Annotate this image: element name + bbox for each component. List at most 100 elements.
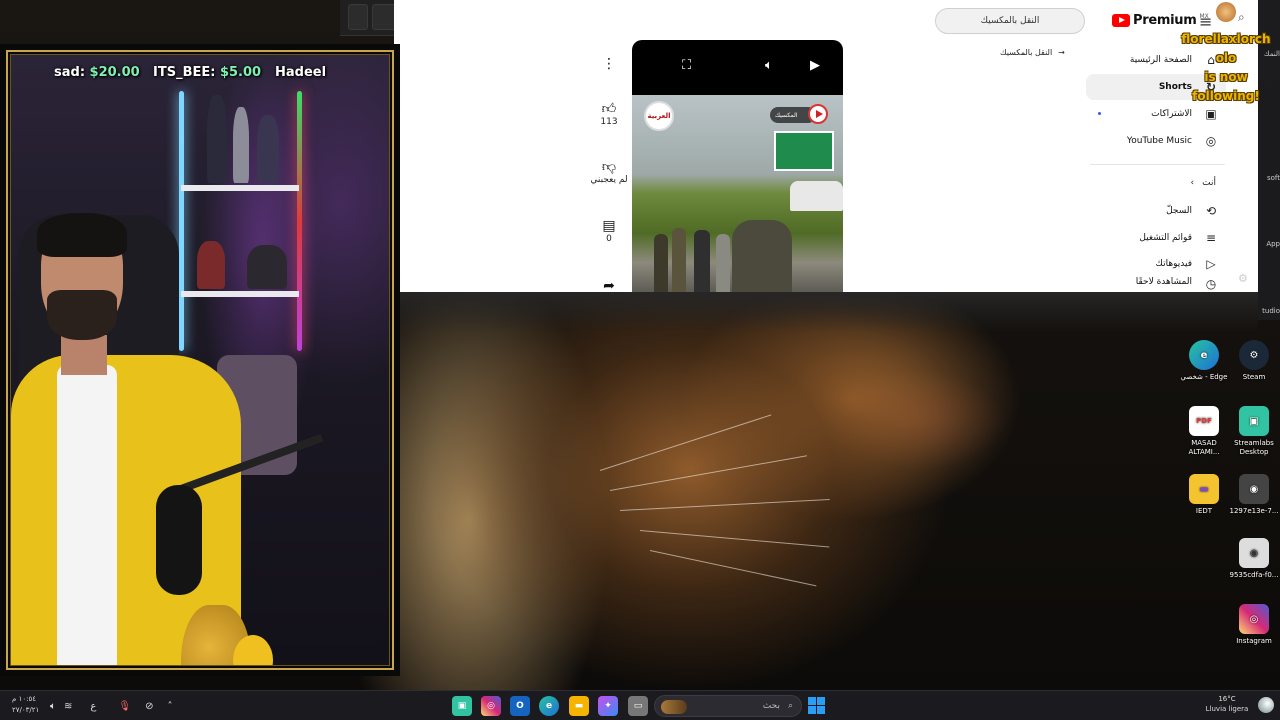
desktop-icon-label: App <box>1266 240 1280 248</box>
back-link[interactable]: النقل بالمكسيك → <box>1000 48 1065 57</box>
rain-cloud-icon <box>1258 697 1274 713</box>
window-shadow <box>394 292 1258 332</box>
taskbar-file-explorer-icon[interactable]: ▬ <box>569 696 589 716</box>
edge-icon: e <box>1189 340 1219 370</box>
desktop-icon-label: النمك <box>1263 50 1280 58</box>
search-icon: ⌕ <box>787 701 793 711</box>
weather-widget[interactable]: 16°C Lluvia ligera <box>1200 694 1254 714</box>
desktop-icon-instagram[interactable]: ◎ Instagram <box>1228 604 1280 646</box>
desktop-icon-pdf[interactable]: PDF MASAD ALTAMI... <box>1178 406 1230 457</box>
back-link-label: النقل بالمكسيك <box>1000 48 1053 57</box>
sidebar-divider <box>1090 164 1225 165</box>
youtube-play-icon <box>1112 14 1130 27</box>
like-button[interactable]: 👍︎ 113 <box>588 100 630 127</box>
channel-logo[interactable]: العربية <box>644 101 674 131</box>
taskbar-outlook-icon[interactable]: O <box>510 696 530 716</box>
address-bar[interactable]: النقل بالمكسيك <box>935 8 1085 34</box>
shorts-video-player[interactable]: ⛶ 🔈︎ ▶ العربية المكسيك <box>632 40 843 292</box>
taskbar-streamlabs-icon[interactable]: ▣ <box>452 696 472 716</box>
thumbs-up-icon: 👍︎ <box>601 101 617 117</box>
steam-icon: ⚙ <box>1239 340 1269 370</box>
sidebar-item-your-videos[interactable]: فيديوهاتك ▷ <box>1086 251 1226 277</box>
desktop-icon-image-file-2[interactable]: ◉ 9535cdfa-f0... <box>1228 538 1280 580</box>
desktop-icon-iedt[interactable]: ▬ IEDT <box>1178 474 1230 516</box>
start-button[interactable] <box>808 697 825 714</box>
sidebar-item-watch-later[interactable]: المشاهدة لاحقًا ◷ <box>1086 277 1226 292</box>
taskbar: ١٠:٥٤ م ٢٧/٠٣/٢١ 🔈︎ ≋ ع 🎙︎ ⊘ ˄ ▣ ◎ O e ▬… <box>0 690 1280 720</box>
donation-amount: $5.00 <box>219 65 262 80</box>
tag-play-icon[interactable] <box>808 104 828 124</box>
new-content-dot <box>1098 112 1101 115</box>
desktop-icon-label: tudio <box>1262 307 1280 315</box>
follow-alert: florellaxlorch olo is now following! <box>1174 30 1278 106</box>
pdf-icon: PDF <box>1189 406 1219 436</box>
streamlabs-icon: ▣ <box>1239 406 1269 436</box>
dislike-button[interactable]: 👎︎ لم يعجبني <box>588 158 630 185</box>
comment-icon: ▤ <box>602 218 616 234</box>
desktop-screen: النقل بالمكسيك ≡ Premium MX ⌕ النقل بالم… <box>0 0 1280 720</box>
youtube-logo[interactable]: Premium MX <box>1112 13 1209 28</box>
donation-entry: ITS_BEE: $5.00 <box>153 65 261 80</box>
comments-button[interactable]: ▤ 0 <box>588 218 630 244</box>
sidebar-item-history[interactable]: السجلّ ⟲ <box>1086 198 1226 224</box>
watch-later-icon: ◷ <box>1205 277 1217 291</box>
like-count: 113 <box>600 117 618 127</box>
sidebar-item-label: الاشتراكات <box>1151 109 1192 119</box>
taskbar-instagram-icon[interactable]: ◎ <box>481 696 501 716</box>
taskbar-clock[interactable]: ١٠:٥٤ م ٢٧/٠٣/٢١ <box>12 694 39 716</box>
history-icon: ⟲ <box>1205 204 1217 218</box>
section-label: أنت <box>1202 178 1216 188</box>
your-videos-icon: ▷ <box>1206 257 1216 271</box>
thumbs-down-icon: 👎︎ <box>601 159 617 175</box>
dislike-label: لم يعجبني <box>590 175 628 185</box>
taskbar-search-box[interactable]: بحث ⌕ <box>654 695 802 717</box>
share-button[interactable]: ➦ <box>588 278 630 294</box>
volume-icon[interactable]: 🔈︎ <box>50 701 56 712</box>
donation-amount: $20.00 <box>89 65 140 80</box>
desktop-icon-edge[interactable]: e شخصي - Edge <box>1178 340 1230 382</box>
language-indicator[interactable]: ع <box>90 701 96 712</box>
search-placeholder: بحث <box>762 701 780 711</box>
sidebar-item-youtube-music[interactable]: YouTube Music ◎ <box>1086 128 1226 154</box>
microphone-icon[interactable]: 🎙︎ <box>118 701 131 712</box>
folder-icon: ▬ <box>1189 474 1219 504</box>
follow-alert-line: following! <box>1192 89 1260 103</box>
follow-alert-line: is now <box>1204 70 1248 84</box>
donor-name: ITS_BEE: <box>153 65 216 80</box>
taskbar-copilot-icon[interactable]: ✦ <box>598 696 618 716</box>
youtube-logo-text: Premium <box>1133 13 1197 28</box>
image-file-icon: ◉ <box>1239 538 1269 568</box>
search-highlight-image <box>661 700 687 714</box>
image-file-icon: ◉ <box>1239 474 1269 504</box>
more-options-icon[interactable]: ⋮ <box>588 56 630 72</box>
search-icon[interactable]: ⌕ <box>1238 10 1245 25</box>
sidebar-section-you[interactable]: ‹ أنت <box>1150 178 1216 188</box>
desktop-icon-steam[interactable]: ⚙ Steam <box>1228 340 1280 382</box>
desktop-icon-image-file[interactable]: ◉ 1297e13e-7... <box>1228 474 1280 516</box>
follow-alert-line: florellaxlorch <box>1181 32 1271 46</box>
sidebar-item-label: فيديوهاتك <box>1155 259 1192 269</box>
chevron-left-icon: ‹ <box>1190 178 1195 188</box>
taskbar-task-view-icon[interactable]: ▭ <box>628 696 648 716</box>
arrow-right-icon: → <box>1058 48 1065 57</box>
chevron-up-icon[interactable]: ˄ <box>167 701 172 712</box>
donation-entry: sad: $20.00 <box>54 65 140 80</box>
webcam-gold-frame <box>6 50 394 670</box>
play-icon[interactable]: ▶ <box>810 58 820 73</box>
youtube-region: MX <box>1199 13 1209 20</box>
desktop-icon-streamlabs[interactable]: ▣ Streamlabs Desktop <box>1228 406 1280 457</box>
sidebar-item-playlists[interactable]: قوائم التشغيل ≡ <box>1086 225 1226 251</box>
notifications-off-icon[interactable]: ⊘ <box>145 701 153 712</box>
follow-alert-line: olo <box>1215 51 1237 65</box>
taskbar-edge-icon[interactable]: e <box>539 696 559 716</box>
playlists-icon: ≡ <box>1205 231 1217 245</box>
browser-tab[interactable] <box>348 4 368 30</box>
desktop-icon-label: soft <box>1266 174 1280 182</box>
gear-icon[interactable]: ⚙ <box>1238 272 1248 285</box>
instagram-icon: ◎ <box>1239 604 1269 634</box>
sidebar-item-label: المشاهدة لاحقًا <box>1135 277 1192 287</box>
donor-name: sad: <box>54 65 86 80</box>
wifi-icon[interactable]: ≋ <box>64 701 72 712</box>
volume-icon[interactable]: 🔈︎ <box>765 58 773 73</box>
fullscreen-icon[interactable]: ⛶ <box>682 58 691 73</box>
